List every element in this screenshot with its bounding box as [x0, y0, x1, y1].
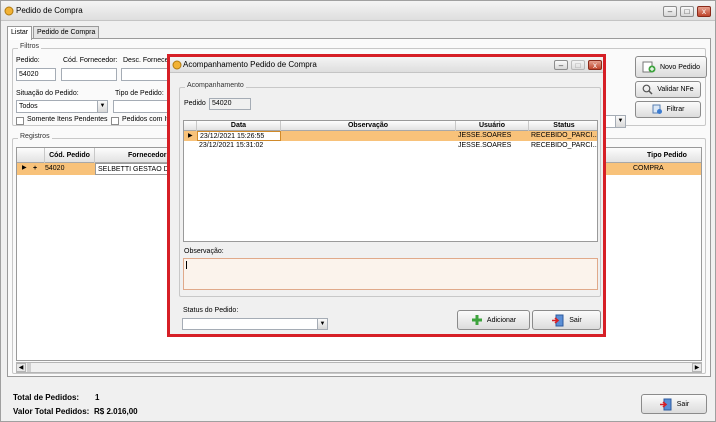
- expand-icon[interactable]: +: [31, 163, 41, 174]
- acompanhamento-grid: Data Observação Usuário Status ▶ 23/12/2…: [183, 120, 598, 242]
- status-pedido-select[interactable]: ▼: [182, 318, 328, 330]
- acompanhamento-title: Acompanhamento: [185, 82, 246, 89]
- sair-button[interactable]: Sair: [641, 394, 707, 414]
- novo-pedido-label: Novo Pedido: [659, 63, 701, 71]
- row-pointer-icon: ▶: [22, 165, 27, 171]
- scroll-left-icon[interactable]: ◀: [16, 363, 26, 372]
- column-header-data[interactable]: Data: [197, 121, 281, 131]
- cell-observacao: [281, 131, 456, 141]
- dialog-titlebar: Acompanhamento Pedido de Compra – □ x: [170, 57, 603, 73]
- somente-itens-checkbox[interactable]: [16, 117, 24, 125]
- dialog-minimize-button[interactable]: –: [554, 60, 568, 70]
- acompanhamento-grid-header: Data Observação Usuário Status: [184, 121, 597, 131]
- valor-total-label: Valor Total Pedidos:: [13, 407, 90, 416]
- new-document-icon: [642, 61, 656, 73]
- column-header-cod-pedido[interactable]: Cód. Pedido: [45, 148, 95, 163]
- dialog-pedido-input[interactable]: 54020: [209, 98, 251, 110]
- validar-nfe-label: Validar NFe: [657, 86, 694, 93]
- cell-tipo-pedido: COMPRA: [633, 165, 664, 172]
- chevron-down-icon[interactable]: ▼: [317, 319, 327, 329]
- cell-usuario: JESSE.SOARES: [458, 142, 512, 149]
- dialog-sair-button[interactable]: Sair: [532, 310, 601, 330]
- maximize-button[interactable]: □: [680, 6, 694, 17]
- dialog-app-icon: [172, 60, 182, 70]
- sair-label: Sair: [676, 400, 690, 408]
- filtrar-button[interactable]: Filtrar: [635, 101, 701, 118]
- close-button[interactable]: x: [697, 6, 711, 17]
- validar-nfe-button[interactable]: Validar NFe: [635, 81, 701, 98]
- cell-usuario: JESSE.SOARES: [458, 132, 512, 139]
- horizontal-scrollbar[interactable]: ◀ ▶: [16, 362, 702, 373]
- dialog-pedido-label: Pedido: [184, 100, 206, 107]
- cell-cod-pedido: 54020: [45, 165, 65, 172]
- minimize-button[interactable]: –: [663, 6, 677, 17]
- cell-data: 23/12/2021 15:26:55: [197, 131, 281, 141]
- scroll-thumb[interactable]: [27, 363, 31, 372]
- tipo-pedido-select[interactable]: [113, 100, 173, 113]
- row-pointer-icon: ▶: [188, 133, 193, 139]
- situacao-label: Situação do Pedido:: [16, 90, 79, 97]
- dialog-maximize-button[interactable]: □: [571, 60, 585, 70]
- acompanhamento-group: Acompanhamento Pedido 54020 Data Observa…: [179, 82, 601, 297]
- chevron-down-icon[interactable]: ▼: [97, 101, 107, 112]
- app-icon: [4, 6, 14, 16]
- status-pedido-label: Status do Pedido:: [183, 307, 239, 314]
- row-header-column: [184, 121, 197, 131]
- filter-icon: [652, 104, 662, 114]
- cell-observacao: [281, 141, 456, 151]
- cod-fornecedor-label: Cód. Fornecedor:: [63, 57, 118, 64]
- magnifier-icon: [642, 84, 653, 95]
- dialog-title: Acompanhamento Pedido de Compra: [183, 60, 317, 69]
- pedidos-com-itens-checkbox[interactable]: [111, 117, 119, 125]
- pedido-label: Pedido:: [16, 57, 40, 64]
- valor-total-value: R$ 2.016,00: [94, 407, 138, 416]
- dialog-sair-label: Sair: [569, 316, 582, 324]
- text-cursor: [186, 261, 187, 269]
- filtros-title: Filtros: [18, 43, 42, 50]
- situacao-select[interactable]: Todos ▼: [16, 100, 108, 113]
- column-header-tipo-pedido[interactable]: Tipo Pedido: [631, 148, 701, 163]
- acompanhamento-dialog: Acompanhamento Pedido de Compra – □ x Ac…: [167, 54, 606, 337]
- somente-itens-label: Somente Itens Pendentes: [27, 116, 108, 123]
- column-header-usuario[interactable]: Usuário: [456, 121, 529, 131]
- window-titlebar: Pedido de Compra – □ x: [1, 1, 715, 21]
- adicionar-button[interactable]: Adicionar: [457, 310, 530, 330]
- filtrar-label: Filtrar: [666, 106, 685, 113]
- total-pedidos-label: Total de Pedidos:: [13, 393, 80, 402]
- registros-title: Registros: [18, 133, 52, 140]
- dialog-close-button[interactable]: x: [588, 60, 602, 70]
- tab-listar[interactable]: Listar: [7, 26, 33, 40]
- column-header-observacao[interactable]: Observação: [281, 121, 456, 131]
- table-row[interactable]: 23/12/2021 15:31:02 JESSE.SOARES RECEBID…: [184, 141, 597, 151]
- total-pedidos-value: 1: [95, 393, 100, 402]
- cod-fornecedor-input[interactable]: [61, 68, 117, 81]
- table-row[interactable]: ▶ 23/12/2021 15:26:55 JESSE.SOARES RECEB…: [184, 131, 597, 141]
- column-header-status[interactable]: Status: [529, 121, 597, 131]
- plus-icon: [471, 315, 482, 325]
- scroll-right-icon[interactable]: ▶: [692, 363, 702, 372]
- exit-door-icon: [552, 314, 564, 326]
- window-title: Pedido de Compra: [16, 6, 83, 15]
- chevron-down-icon[interactable]: ▼: [615, 116, 625, 127]
- adicionar-label: Adicionar: [486, 316, 517, 324]
- observacao-textarea[interactable]: [183, 258, 598, 290]
- situacao-value: Todos: [19, 103, 38, 110]
- cell-status: RECEBIDO_PARCI...: [531, 132, 598, 139]
- cell-data: 23/12/2021 15:31:02: [199, 142, 264, 149]
- pedido-input[interactable]: 54020: [16, 68, 56, 81]
- exit-door-icon: [659, 398, 672, 410]
- cell-status: RECEBIDO_PARCI...: [531, 142, 598, 149]
- row-header-column: [17, 148, 45, 163]
- dialog-observacao-label: Observação:: [184, 248, 224, 255]
- tipo-pedido-label: Tipo de Pedido:: [115, 90, 164, 97]
- novo-pedido-button[interactable]: Novo Pedido: [635, 56, 707, 78]
